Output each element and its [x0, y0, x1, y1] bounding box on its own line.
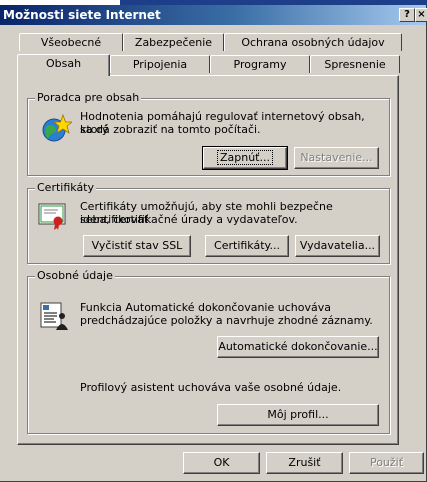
content-advisor-desc-2: sa dá zobraziť na tomto počítači. — [80, 123, 261, 136]
certificates-button[interactable]: Certifikáty... — [205, 235, 289, 257]
help-button[interactable]: ? — [399, 8, 415, 22]
content-advisor-legend: Poradca pre obsah — [35, 91, 142, 105]
ok-button[interactable]: OK — [183, 452, 260, 474]
tab-spresnenie[interactable]: Spresnenie — [310, 55, 400, 73]
settings-button[interactable]: Nastavenie... — [294, 147, 379, 169]
profile-card-icon — [40, 302, 68, 330]
cancel-button[interactable]: Zrušiť — [266, 452, 343, 474]
tab-obsah[interactable]: Obsah — [17, 54, 110, 76]
personal-info-legend: Osobné údaje — [35, 269, 115, 283]
tab-pripojenia[interactable]: Pripojenia — [110, 55, 210, 73]
personal-info-group: Osobné údaje Funkcia Automatické dokončo… — [27, 269, 390, 434]
tab-panel-obsah: Poradca pre obsah Hodnotenia pomáhajú re… — [17, 75, 399, 445]
title-bar[interactable]: Možnosti siete Internet ? × — [0, 5, 427, 25]
autocomplete-button[interactable]: Automatické dokončovanie... — [217, 336, 379, 358]
close-button[interactable]: × — [415, 8, 427, 22]
globe-star-icon — [42, 113, 72, 142]
my-profile-button[interactable]: Môj profil... — [217, 404, 379, 426]
tab-zabezpecenie[interactable]: Zabezpečenie — [123, 33, 224, 51]
certificates-legend: Certifikáty — [35, 181, 97, 195]
profile-desc: Profilový asistent uchováva vaše osobné … — [80, 381, 342, 394]
window-title: Možnosti siete Internet — [3, 8, 161, 22]
personal-info-desc-1: Funkcia Automatické dokončovanie uchováv… — [80, 301, 331, 314]
certificates-desc-2: seba, certifikačné úrady a vydavateľov. — [80, 213, 298, 226]
certificate-icon — [38, 203, 66, 230]
tab-ochrana-udajov[interactable]: Ochrana osobných údajov — [224, 33, 402, 51]
tab-programy[interactable]: Programy — [210, 55, 310, 73]
clear-ssl-button[interactable]: Vyčistiť stav SSL — [83, 235, 191, 257]
content-advisor-group: Poradca pre obsah Hodnotenia pomáhajú re… — [27, 91, 390, 176]
enable-button-label: Zapnúť... — [216, 150, 273, 165]
certificates-group: Certifikáty Certifikáty umožňujú, aby st… — [27, 181, 390, 264]
apply-button[interactable]: Použiť — [349, 452, 424, 474]
internet-options-dialog: Možnosti siete Internet ? × Všeobecné Za… — [0, 5, 427, 482]
publishers-button[interactable]: Vydavatelia... — [295, 235, 380, 257]
tab-vseobecne[interactable]: Všeobecné — [19, 33, 123, 51]
personal-info-desc-2: predchádzajúce položky a navrhuje zhodné… — [80, 314, 373, 327]
enable-button[interactable]: Zapnúť... — [202, 146, 288, 170]
